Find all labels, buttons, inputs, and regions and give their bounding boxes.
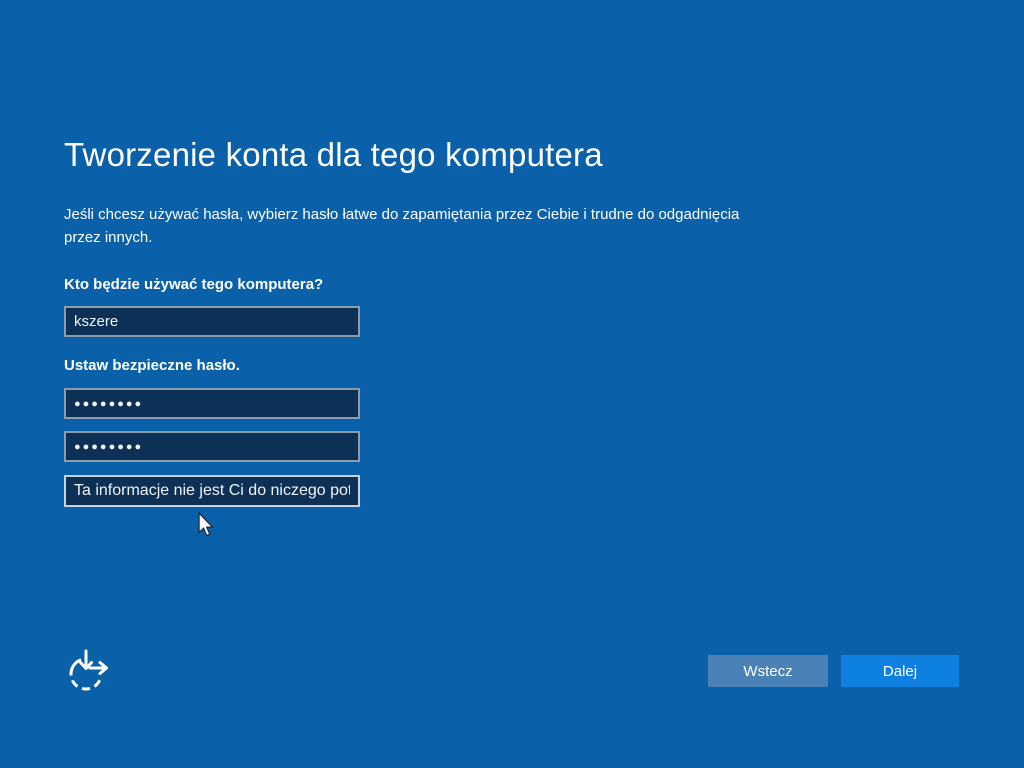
confirm-password-input[interactable] — [64, 431, 360, 462]
username-input[interactable] — [64, 306, 360, 337]
page-subtitle: Jeśli chcesz używać hasła, wybierz hasło… — [64, 203, 739, 249]
ease-of-access-button[interactable] — [64, 648, 112, 694]
mouse-cursor — [198, 512, 214, 537]
page-title: Tworzenie konta dla tego komputera — [64, 136, 603, 173]
subtitle-line-2: przez innych. — [64, 229, 153, 246]
password-label: Ustaw bezpieczne hasło. — [64, 357, 240, 374]
back-button[interactable]: Wstecz — [708, 655, 828, 687]
ease-of-access-icon — [69, 649, 108, 691]
password-input[interactable] — [64, 388, 360, 419]
username-label: Kto będzie używać tego komputera? — [64, 276, 324, 293]
subtitle-line-1: Jeśli chcesz używać hasła, wybierz hasło… — [64, 206, 740, 223]
oobe-account-creation-screen: Tworzenie konta dla tego komputera Jeśli… — [0, 0, 1024, 768]
next-button[interactable]: Dalej — [841, 655, 959, 687]
password-hint-input[interactable] — [64, 475, 360, 507]
